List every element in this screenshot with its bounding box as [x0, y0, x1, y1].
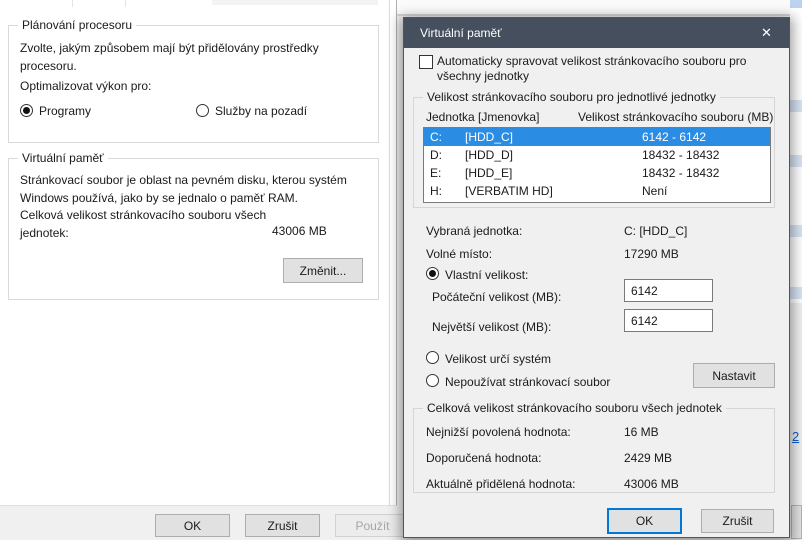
- currently-allocated-value: 43006 MB: [624, 477, 679, 491]
- recommended-value: 2429 MB: [624, 451, 673, 465]
- drive-cell: E:: [430, 166, 442, 180]
- set-button[interactable]: Nastavit: [693, 363, 775, 388]
- auto-manage-checkbox-label: Automaticky spravovat velikost stránkova…: [437, 54, 747, 83]
- background-link[interactable]: 2: [792, 429, 799, 444]
- initial-size-input[interactable]: [624, 279, 713, 302]
- volume-cell: [VERBATIM HD]: [465, 184, 553, 198]
- custom-size-radio[interactable]: [426, 267, 439, 280]
- system-managed-radio-label: Velikost určí systém: [445, 352, 552, 366]
- list-row-h[interactable]: H: [VERBATIM HD] Není: [424, 182, 770, 200]
- pagefile-list[interactable]: C: [HDD_C] 6142 - 6142 D: [HDD_D] 18432 …: [423, 127, 771, 203]
- background-window-sliver: [790, 0, 802, 303]
- size-cell: 18432 - 18432: [642, 148, 720, 162]
- custom-size-radio-label: Vlastní velikost:: [445, 268, 529, 282]
- group-title: Plánování procesoru: [18, 18, 137, 32]
- auto-manage-checkbox[interactable]: [419, 55, 433, 69]
- free-space-label: Volné místo:: [426, 247, 493, 261]
- volume-cell: [HDD_E]: [465, 166, 513, 180]
- background-list-row-fragment: [790, 155, 802, 167]
- background-services-radio-label: Služby na pozadí: [215, 104, 308, 118]
- dialog-edge-line: [389, 0, 390, 505]
- minimum-allowed-label: Nejnižší povolená hodnota:: [426, 425, 571, 439]
- initial-size-label: Počáteční velikost (MB):: [432, 290, 562, 304]
- column-header-size: Velikost stránkovacího souboru (MB): [578, 110, 774, 124]
- minimum-allowed-value: 16 MB: [624, 425, 659, 439]
- system-managed-radio[interactable]: [426, 351, 439, 364]
- titlebar[interactable]: Virtuální paměť ✕: [404, 18, 789, 48]
- cancel-button[interactable]: Zrušit: [245, 514, 320, 537]
- volume-cell: [HDD_C]: [465, 130, 514, 144]
- free-space-value: 17290 MB: [624, 247, 679, 261]
- list-row-e[interactable]: E: [HDD_E] 18432 - 18432: [424, 164, 770, 182]
- column-header-drive: Jednotka [Jmenovka]: [426, 110, 540, 124]
- close-icon[interactable]: ✕: [744, 18, 789, 48]
- programs-radio[interactable]: [20, 104, 33, 117]
- volume-cell: [HDD_D]: [465, 148, 514, 162]
- background-list-row-fragment: [790, 100, 802, 112]
- drive-cell: C:: [430, 130, 442, 144]
- processor-scheduling-description: Zvolte, jakým způsobem mají být přidělov…: [20, 41, 319, 73]
- drive-cell: H:: [430, 184, 442, 198]
- dialog-title: Virtuální paměť: [420, 26, 502, 40]
- cancel-button[interactable]: Zrušit: [701, 509, 774, 533]
- background-window-sliver-header: [790, 0, 802, 8]
- no-paging-file-radio-label: Nepoužívat stránkovací soubor: [445, 375, 611, 389]
- apply-button: Použít: [335, 514, 410, 537]
- programs-radio-label: Programy: [39, 104, 92, 118]
- virtual-memory-description: Stránkovací soubor je oblast na pevném d…: [20, 173, 347, 205]
- performance-options-dialog: Plánování procesoru Zvolte, jakým způsob…: [0, 0, 410, 540]
- background-button-fragment: [791, 505, 802, 539]
- background-list-row-fragment: [790, 287, 802, 299]
- maximum-size-label: Největší velikost (MB):: [432, 320, 552, 334]
- group-title: Velikost stránkovacího souboru pro jedno…: [423, 90, 720, 104]
- recommended-label: Doporučená hodnota:: [426, 451, 542, 465]
- ok-button[interactable]: OK: [607, 508, 682, 534]
- currently-allocated-label: Aktuálně přidělená hodnota:: [426, 477, 576, 491]
- background-services-radio[interactable]: [196, 104, 209, 117]
- maximum-size-input[interactable]: [624, 309, 713, 332]
- group-title: Celková velikost stránkovacího souboru v…: [423, 401, 726, 415]
- total-pagefile-value: 43006 MB: [272, 224, 327, 238]
- no-paging-file-radio[interactable]: [426, 374, 439, 387]
- selected-drive-value: C: [HDD_C]: [624, 224, 688, 238]
- background-list-row-fragment: [790, 225, 802, 237]
- background-window-strip-edge: [397, 14, 802, 16]
- change-button[interactable]: Změnit...: [283, 258, 363, 283]
- tab-strip-remnant: [125, 0, 126, 7]
- drive-cell: D:: [430, 148, 442, 162]
- size-cell: Není: [642, 184, 668, 198]
- tab-strip-remnant: [72, 0, 73, 7]
- size-cell: 6142 - 6142: [642, 130, 707, 144]
- list-row-c[interactable]: C: [HDD_C] 6142 - 6142: [424, 128, 770, 146]
- screen: 2 Plánování procesoru Zvolte, jakým způs…: [0, 0, 802, 540]
- selected-drive-label: Vybraná jednotka:: [426, 224, 523, 238]
- size-cell: 18432 - 18432: [642, 166, 720, 180]
- optimize-for-label: Optimalizovat výkon pro:: [20, 79, 152, 93]
- virtual-memory-dialog: Virtuální paměť ✕ Automaticky spravovat …: [403, 17, 790, 538]
- total-pagefile-label: Celková velikost stránkovacího souboru v…: [20, 208, 267, 240]
- background-window-strip: [397, 0, 802, 14]
- list-row-d[interactable]: D: [HDD_D] 18432 - 18432: [424, 146, 770, 164]
- ok-button[interactable]: OK: [155, 514, 230, 537]
- tab-strip-remnant: [212, 0, 378, 5]
- group-title: Virtuální paměť: [18, 151, 108, 165]
